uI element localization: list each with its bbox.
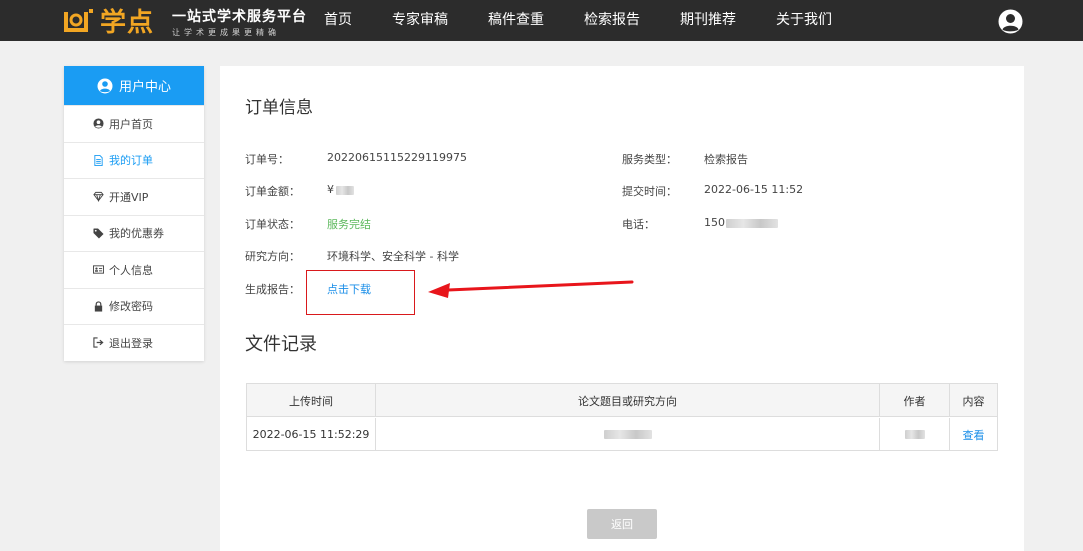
redacted-phone (726, 218, 778, 228)
sidebar-item-logout[interactable]: 退出登录 (64, 324, 204, 361)
user-circle-icon (92, 118, 104, 130)
upload-time-cell: 2022-06-15 11:52:29 (247, 418, 376, 451)
annotation-highlight-box (306, 270, 415, 315)
logo-mark-icon (62, 8, 96, 34)
nav-item-plagiarism-check[interactable]: 稿件查重 (474, 0, 558, 41)
sign-out-icon (92, 337, 104, 349)
redacted-author (904, 430, 925, 439)
nav-item-about-us[interactable]: 关于我们 (762, 0, 846, 41)
annotation-arrow-icon (428, 280, 634, 298)
back-button[interactable]: 返回 (587, 509, 657, 539)
submit-time-label: 提交时间： (622, 185, 677, 198)
order-info-title: 订单信息 (245, 98, 313, 118)
main-nav: 首页 专家审稿 稿件查重 检索报告 期刊推荐 关于我们 (310, 0, 858, 41)
service-type-label: 服务类型： (622, 153, 677, 166)
file-record-table: 上传时间 论文题目或研究方向 作者 内容 2022-06-15 11:52:29… (246, 383, 998, 451)
user-avatar-icon[interactable] (998, 9, 1023, 34)
paper-title-cell (376, 418, 880, 451)
column-header-content: 内容 (962, 394, 985, 408)
order-amount-value: ¥ (327, 183, 354, 196)
nav-item-search-report[interactable]: 检索报告 (570, 0, 654, 41)
table-header-row: 上传时间 论文题目或研究方向 作者 内容 (247, 384, 997, 417)
slogan: 一站式学术服务平台 让学术更成果更精确 (172, 6, 307, 38)
service-type-value: 检索报告 (704, 153, 748, 166)
nav-item-journal-recommend[interactable]: 期刊推荐 (666, 0, 750, 41)
phone-value: 150 (704, 216, 778, 229)
redacted-amount (336, 185, 354, 195)
author-cell (880, 418, 950, 451)
sidebar-item-label: 我的订单 (109, 154, 153, 168)
sidebar-item-label: 我的优惠券 (109, 227, 164, 241)
sidebar-item-my-coupons[interactable]: 我的优惠券 (64, 214, 204, 252)
nav-item-home[interactable]: 首页 (310, 0, 366, 41)
sidebar-item-label: 用户首页 (109, 117, 153, 131)
report-label: 生成报告： (245, 283, 300, 296)
nav-item-expert-review[interactable]: 专家审稿 (378, 0, 462, 41)
sidebar-header: 用户中心 (64, 66, 204, 105)
sidebar-item-my-orders[interactable]: 我的订单 (64, 141, 204, 179)
sidebar-item-label: 个人信息 (109, 263, 153, 277)
submit-time-value: 2022-06-15 11:52 (704, 183, 804, 196)
order-status-value: 服务完结 (327, 218, 371, 231)
phone-prefix: 150 (704, 216, 725, 229)
sidebar-item-label: 开通VIP (109, 190, 149, 204)
order-amount-label: 订单金额： (245, 185, 300, 198)
sidebar-item-open-vip[interactable]: 开通VIP (64, 178, 204, 215)
slogan-sub: 让学术更成果更精确 (172, 28, 280, 37)
table-row: 2022-06-15 11:52:29 查看 (247, 418, 997, 451)
tag-icon (92, 227, 104, 239)
file-record-title: 文件记录 (245, 334, 317, 355)
lock-icon (92, 300, 104, 312)
user-center-sidebar: 用户中心 用户首页 我的订单 开通VIP 我的优惠券 个人信息 修改密码 退出登… (64, 66, 204, 361)
column-header-paper-title: 论文题目或研究方向 (376, 384, 880, 417)
redacted-title (603, 430, 652, 439)
user-circle-icon (97, 78, 113, 93)
view-link[interactable]: 查看 (950, 418, 997, 451)
document-icon (92, 154, 104, 166)
slogan-main: 一站式学术服务平台 (172, 9, 307, 25)
order-number-label: 订单号： (245, 153, 289, 166)
brand-name: 学点 (100, 8, 155, 38)
order-number-value: 20220615115229119975 (327, 151, 467, 164)
column-header-upload-time: 上传时间 (247, 384, 376, 417)
phone-label: 电话： (622, 218, 655, 231)
site-logo[interactable]: 学点 (62, 4, 155, 38)
top-navbar: 学点 一站式学术服务平台 让学术更成果更精确 首页 专家审稿 稿件查重 检索报告… (0, 0, 1083, 41)
sidebar-item-personal-info[interactable]: 个人信息 (64, 251, 204, 288)
amount-currency: ¥ (327, 183, 334, 196)
sidebar-title: 用户中心 (118, 80, 171, 95)
research-direction-value: 环境科学、安全科学 - 科学 (327, 250, 459, 263)
sidebar-item-change-password[interactable]: 修改密码 (64, 287, 204, 325)
column-header-author: 作者 (880, 384, 950, 417)
id-card-icon (92, 264, 104, 276)
sidebar-item-label: 修改密码 (109, 300, 153, 314)
sidebar-item-label: 退出登录 (109, 336, 153, 350)
order-status-label: 订单状态： (245, 218, 300, 231)
sidebar-item-user-home[interactable]: 用户首页 (64, 105, 204, 142)
diamond-icon (92, 191, 104, 203)
research-direction-label: 研究方向： (245, 250, 300, 263)
